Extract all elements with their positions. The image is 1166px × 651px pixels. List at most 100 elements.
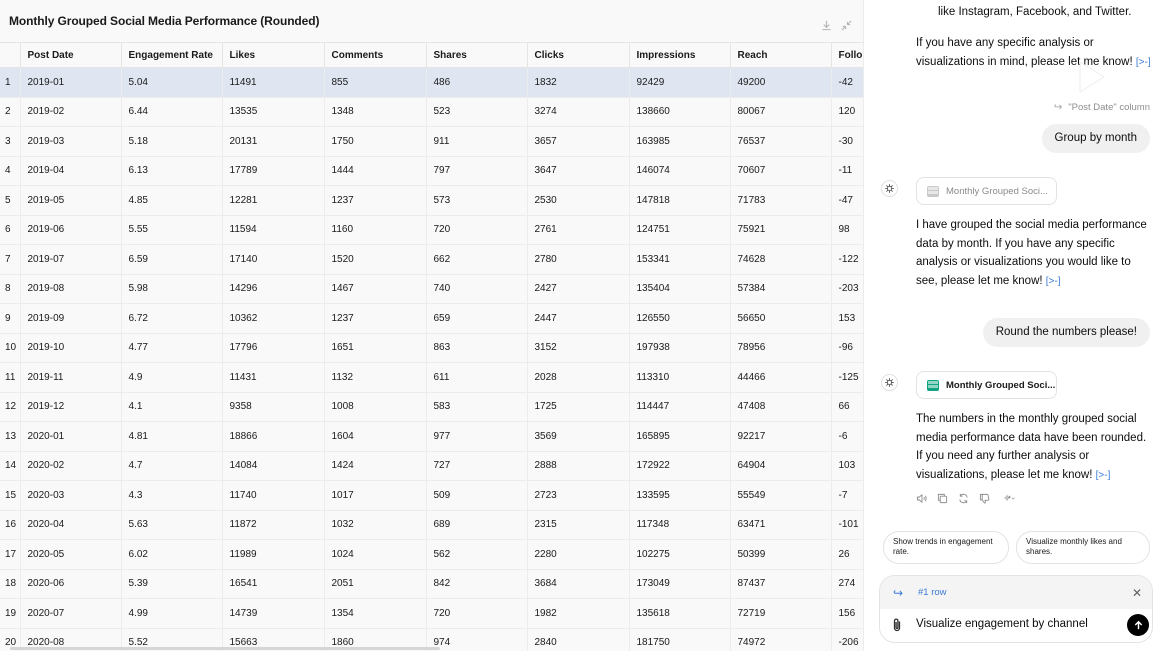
table-row[interactable]: 18 2020-06 5.39 16541 2051 842 3684 173049 87437… <box>0 569 863 599</box>
table-cell[interactable]: 1604 <box>324 421 427 452</box>
table-row[interactable]: 10 2019-10 4.77 17796 1651 863 3152 197938 78956… <box>0 333 863 363</box>
table-cell[interactable]: 2020-07 <box>20 598 122 629</box>
table-cell[interactable]: 16541 <box>222 569 325 599</box>
table-cell[interactable]: 2761 <box>527 215 630 245</box>
table-row[interactable]: 8 2019-08 5.98 14296 1467 740 2427 135404 57384-… <box>0 274 863 304</box>
table-cell[interactable]: 17796 <box>222 333 325 363</box>
table-cell[interactable]: 11431 <box>222 362 325 393</box>
table-cell[interactable]: 98 <box>831 215 863 245</box>
table-cell[interactable]: 1832 <box>527 67 630 98</box>
table-cell[interactable]: 92217 <box>730 421 832 452</box>
column-header[interactable]: Follo <box>831 42 863 68</box>
paperclip-icon[interactable] <box>890 617 904 633</box>
table-cell[interactable]: 4.7 <box>121 451 223 481</box>
table-cell[interactable]: 2019-02 <box>20 97 122 127</box>
table-cell[interactable]: 50399 <box>730 539 832 570</box>
table-cell[interactable]: 1132 <box>324 362 427 393</box>
table-cell[interactable]: 72719 <box>730 598 832 629</box>
table-cell[interactable]: 855 <box>324 67 427 98</box>
table-cell[interactable]: 146074 <box>629 156 731 186</box>
table-cell[interactable]: 87437 <box>730 569 832 599</box>
table-cell[interactable]: 10362 <box>222 303 325 334</box>
table-cell[interactable]: -125 <box>831 362 863 393</box>
suggestion-1[interactable]: Show trends in engagement rate. <box>883 531 1009 564</box>
row-index[interactable]: 18 <box>0 569 21 599</box>
table-cell[interactable]: 197938 <box>629 333 731 363</box>
table-cell[interactable]: 103 <box>831 451 863 481</box>
table-cell[interactable]: 863 <box>426 333 528 363</box>
table-cell[interactable]: 70607 <box>730 156 832 186</box>
suggestion-2[interactable]: Visualize monthly likes and shares. <box>1016 531 1150 564</box>
table-cell[interactable]: 57384 <box>730 274 832 304</box>
table-cell[interactable]: 1237 <box>324 303 427 334</box>
copy-icon[interactable] <box>937 493 948 504</box>
collapse-icon[interactable] <box>840 19 852 31</box>
table-cell[interactable]: 2020-04 <box>20 510 122 540</box>
table-cell[interactable]: 1032 <box>324 510 427 540</box>
table-cell[interactable]: 1237 <box>324 185 427 216</box>
column-header[interactable]: Post Date <box>20 42 122 68</box>
table-cell[interactable]: 14739 <box>222 598 325 629</box>
table-row[interactable]: 17 2020-05 6.02 11989 1024 562 2280 102275 50399… <box>0 539 863 570</box>
read-aloud-icon[interactable] <box>916 493 927 504</box>
table-cell[interactable]: 11740 <box>222 480 325 511</box>
row-index[interactable]: 7 <box>0 244 21 275</box>
table-cell[interactable]: 4.85 <box>121 185 223 216</box>
table-cell[interactable]: 165895 <box>629 421 731 452</box>
table-cell[interactable]: 17789 <box>222 156 325 186</box>
row-index[interactable]: 5 <box>0 185 21 216</box>
table-cell[interactable]: 9358 <box>222 392 325 422</box>
table-cell[interactable]: -206 <box>831 628 863 651</box>
table-cell[interactable]: 662 <box>426 244 528 275</box>
table-cell[interactable]: 1725 <box>527 392 630 422</box>
column-header[interactable]: Comments <box>324 42 427 68</box>
table-cell[interactable]: 64904 <box>730 451 832 481</box>
row-index[interactable]: 1 <box>0 67 21 98</box>
table-cell[interactable]: 2780 <box>527 244 630 275</box>
table-cell[interactable]: 126550 <box>629 303 731 334</box>
table-cell[interactable]: 523 <box>426 97 528 127</box>
table-cell[interactable]: 4.99 <box>121 598 223 629</box>
table-cell[interactable]: 11491 <box>222 67 325 98</box>
column-header[interactable]: Reach <box>730 42 832 68</box>
table-cell[interactable]: 2020-03 <box>20 480 122 511</box>
table-cell[interactable]: 3152 <box>527 333 630 363</box>
table-cell[interactable]: -7 <box>831 480 863 511</box>
table-cell[interactable]: 2020-02 <box>20 451 122 481</box>
table-cell[interactable]: 153 <box>831 303 863 334</box>
table-cell[interactable]: 18866 <box>222 421 325 452</box>
row-index[interactable]: 17 <box>0 539 21 570</box>
table-cell[interactable]: 56650 <box>730 303 832 334</box>
table-cell[interactable]: 1982 <box>527 598 630 629</box>
row-index[interactable]: 19 <box>0 598 21 629</box>
table-cell[interactable]: 6.44 <box>121 97 223 127</box>
table-cell[interactable]: 1750 <box>324 126 427 157</box>
column-header[interactable]: Likes <box>222 42 325 68</box>
table-cell[interactable]: 1444 <box>324 156 427 186</box>
table-cell[interactable]: 3657 <box>527 126 630 157</box>
download-icon[interactable] <box>820 19 832 31</box>
send-arrow-icon[interactable] <box>1127 614 1149 636</box>
table-cell[interactable]: 49200 <box>730 67 832 98</box>
table-cell[interactable]: 133595 <box>629 480 731 511</box>
table-cell[interactable]: 1651 <box>324 333 427 363</box>
table-cell[interactable]: 2019-01 <box>20 67 122 98</box>
table-cell[interactable]: 5.39 <box>121 569 223 599</box>
column-header[interactable]: Impressions <box>629 42 731 68</box>
table-cell[interactable]: 92429 <box>629 67 731 98</box>
table-cell[interactable]: 1467 <box>324 274 427 304</box>
row-index[interactable]: 12 <box>0 392 21 422</box>
table-cell[interactable]: 2019-05 <box>20 185 122 216</box>
table-cell[interactable]: 2840 <box>527 628 630 651</box>
table-cell[interactable]: 11989 <box>222 539 325 570</box>
table-cell[interactable]: -30 <box>831 126 863 157</box>
table-cell[interactable]: 486 <box>426 67 528 98</box>
table-cell[interactable]: 1424 <box>324 451 427 481</box>
table-cell[interactable]: 113310 <box>629 362 731 393</box>
table-cell[interactable]: 2019-09 <box>20 303 122 334</box>
table-cell[interactable]: 727 <box>426 451 528 481</box>
table-row[interactable]: 1 2019-01 5.04 11491 855 486 1832 92429 49200 -42 <box>0 67 863 98</box>
code-link[interactable]: [>-] <box>1046 276 1061 287</box>
table-cell[interactable]: 4.81 <box>121 421 223 452</box>
table-cell[interactable]: 14296 <box>222 274 325 304</box>
